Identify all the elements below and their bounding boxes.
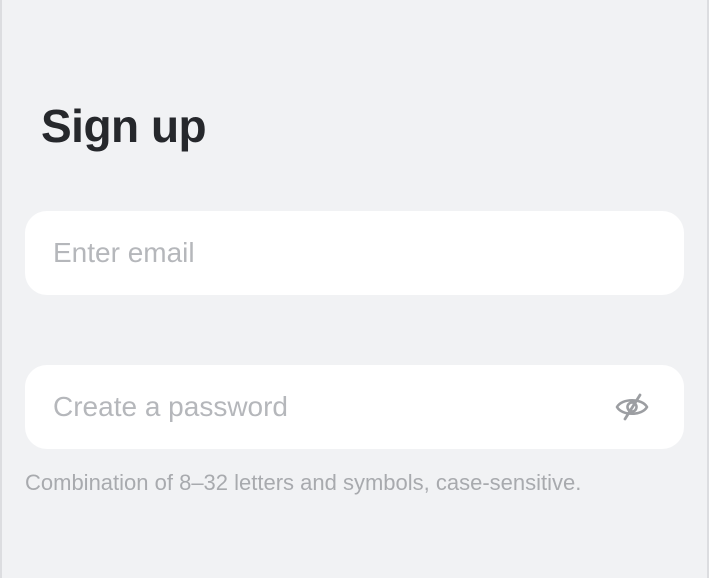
email-input[interactable] (53, 211, 613, 295)
password-hint: Combination of 8–32 letters and symbols,… (25, 470, 582, 495)
eye-slash-icon-graphic (615, 393, 649, 421)
left-edge-divider (0, 0, 2, 578)
email-field-container[interactable] (25, 211, 684, 295)
eye-slash-icon[interactable] (614, 391, 650, 423)
password-field-container[interactable] (25, 365, 684, 449)
page-title: Sign up (41, 100, 207, 152)
password-input[interactable] (53, 365, 613, 449)
